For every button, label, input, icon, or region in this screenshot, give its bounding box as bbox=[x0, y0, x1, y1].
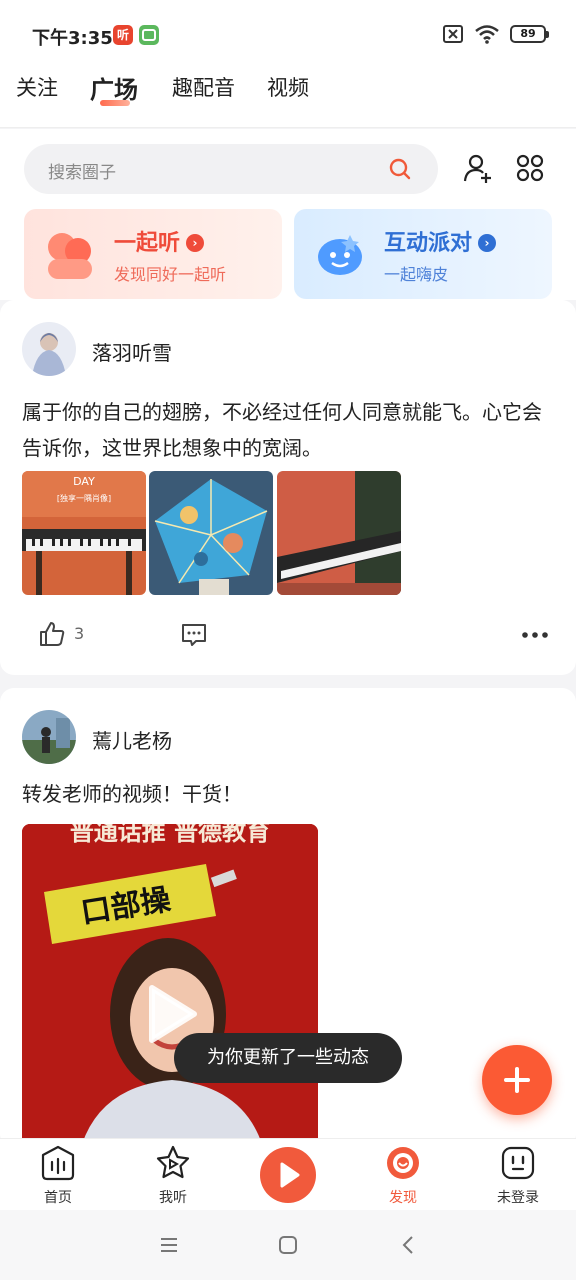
post-text: 转发老师的视频！干货！ bbox=[22, 782, 242, 806]
listen-together-title: 一起听 › bbox=[114, 225, 205, 257]
thumb-text-day: DAY bbox=[73, 475, 95, 488]
status-bar: 下午3:35 听 89 bbox=[0, 0, 576, 64]
play-icon bbox=[280, 1162, 300, 1188]
sim-off-icon bbox=[443, 25, 463, 43]
nav-home[interactable]: 首页 bbox=[18, 1145, 98, 1207]
status-time: 下午3:35 bbox=[32, 28, 113, 49]
nav-account[interactable]: 未登录 bbox=[478, 1145, 558, 1207]
avatar[interactable] bbox=[22, 710, 76, 764]
home-square-icon[interactable] bbox=[277, 1234, 299, 1256]
nav-home-label: 首页 bbox=[44, 1190, 72, 1206]
home-icon bbox=[41, 1145, 75, 1181]
top-tab-bar: 关注 广场 趣配音 视频 bbox=[0, 64, 576, 128]
nav-account-label: 未登录 bbox=[497, 1190, 539, 1206]
bottom-nav: 首页 我听 发现 未登录 bbox=[0, 1138, 576, 1210]
nav-discover[interactable]: 发现 bbox=[363, 1145, 443, 1207]
more-options-icon[interactable] bbox=[520, 630, 550, 640]
grid-menu-icon[interactable] bbox=[515, 153, 545, 183]
player-button[interactable] bbox=[260, 1147, 316, 1203]
status-indicators: 89 bbox=[442, 24, 549, 44]
post-card[interactable]: 落羽听雪 属于你的自己的翅膀，不必经过任何人同意就能飞。心它会告诉你，这世界比想… bbox=[0, 300, 576, 675]
battery-icon: 89 bbox=[510, 25, 549, 43]
nav-my-listen[interactable]: 我听 bbox=[133, 1145, 213, 1207]
post-image-umbrella[interactable] bbox=[149, 471, 273, 595]
like-count: 3 bbox=[74, 624, 85, 643]
interactive-party-title: 互动派对 › bbox=[384, 225, 497, 257]
plus-icon bbox=[504, 1067, 530, 1093]
search-section: 搜索圈子 一起听 › 发现同好一起听 互动派对 › 一起嗨皮 bbox=[0, 129, 576, 300]
create-post-button[interactable] bbox=[482, 1045, 552, 1115]
nav-my-listen-label: 我听 bbox=[159, 1190, 187, 1206]
listen-together-banner[interactable]: 一起听 › 发现同好一起听 bbox=[24, 209, 282, 299]
avatar[interactable] bbox=[22, 322, 76, 376]
party-chat-art bbox=[318, 235, 362, 275]
post-username[interactable]: 蔫儿老杨 bbox=[92, 725, 172, 754]
interactive-party-banner[interactable]: 互动派对 › 一起嗨皮 bbox=[294, 209, 552, 299]
app-notification-icon bbox=[139, 25, 159, 45]
tab-follow[interactable]: 关注 bbox=[16, 72, 58, 102]
interactive-party-subtitle: 一起嗨皮 bbox=[384, 265, 449, 284]
nav-discover-label: 发现 bbox=[389, 1190, 417, 1206]
search-input[interactable]: 搜索圈子 bbox=[24, 144, 438, 194]
account-icon bbox=[501, 1146, 535, 1180]
post-image-piano-1[interactable]: DAY [独享一隅肖像] bbox=[22, 471, 146, 595]
wifi-icon bbox=[475, 25, 499, 44]
thumb-text-caption: [独享一隅肖像] bbox=[57, 493, 111, 503]
post-username[interactable]: 落羽听雪 bbox=[92, 337, 172, 366]
search-icon[interactable] bbox=[388, 157, 412, 181]
ting-app-icon: 听 bbox=[113, 25, 133, 45]
add-user-icon[interactable] bbox=[462, 152, 494, 184]
active-tab-indicator bbox=[100, 100, 130, 106]
listen-together-art bbox=[48, 233, 92, 279]
discover-icon bbox=[387, 1147, 419, 1179]
post-video[interactable]: 普通话推 普德教育 口部操 bbox=[22, 824, 318, 1144]
tab-dubbing[interactable]: 趣配音 bbox=[172, 72, 235, 102]
chevron-right-icon: › bbox=[186, 234, 205, 252]
search-placeholder: 搜索圈子 bbox=[48, 163, 116, 183]
system-nav-bar bbox=[0, 1210, 576, 1280]
update-toast: 为你更新了一些动态 bbox=[174, 1033, 402, 1083]
comment-icon[interactable] bbox=[180, 621, 208, 649]
post-text: 属于你的自己的翅膀，不必经过任何人同意就能飞。心它会告诉你，这世界比想象中的宽阔… bbox=[22, 400, 542, 460]
tab-video[interactable]: 视频 bbox=[267, 72, 309, 102]
post-action-bar: 3 bbox=[0, 618, 576, 654]
star-play-icon bbox=[156, 1145, 190, 1179]
back-icon[interactable] bbox=[398, 1234, 420, 1256]
chevron-right-icon: › bbox=[478, 234, 497, 252]
listen-together-subtitle: 发现同好一起听 bbox=[114, 265, 227, 284]
menu-icon[interactable] bbox=[158, 1234, 180, 1256]
post-image-piano-2[interactable] bbox=[277, 471, 401, 595]
thumbs-up-icon[interactable] bbox=[38, 620, 66, 648]
video-header-text: 普通话推 普德教育 bbox=[70, 824, 270, 846]
